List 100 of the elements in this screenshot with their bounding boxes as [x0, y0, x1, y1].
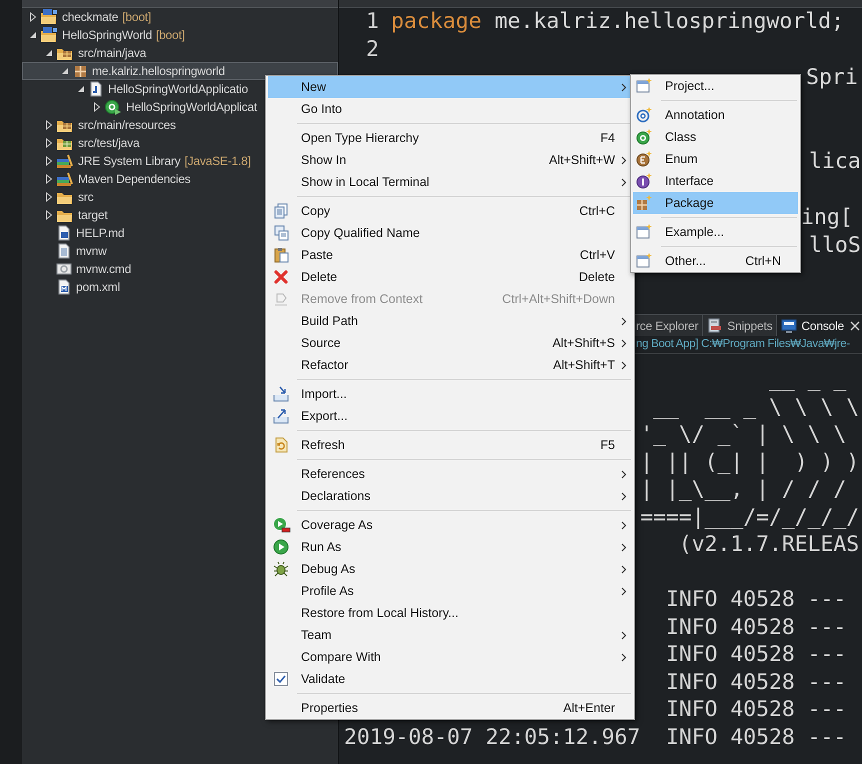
- document-icon: [56, 261, 72, 277]
- tree-item[interactable]: src/main/java: [22, 44, 338, 62]
- menu-item[interactable]: Other... Ctrl+N: [633, 250, 798, 272]
- menu-item[interactable]: Properties Alt+Enter: [268, 697, 632, 719]
- checkbox-icon: [273, 671, 289, 687]
- menu-item[interactable]: Declarations: [268, 485, 632, 507]
- menu-item[interactable]: Package: [633, 192, 798, 214]
- tree-item[interactable]: checkmate [boot]: [22, 8, 338, 26]
- document-icon: [56, 243, 72, 259]
- menu-item[interactable]: Project...: [633, 75, 798, 97]
- tree-toggle[interactable]: [93, 102, 101, 112]
- menu-item[interactable]: Build Path: [268, 310, 632, 332]
- project-tag: [JavaSE-1.8]: [184, 152, 251, 170]
- menu-item[interactable]: Interface: [633, 170, 798, 192]
- snippets-icon: [707, 318, 724, 334]
- tree-toggle[interactable]: [45, 174, 53, 184]
- tree-toggle[interactable]: [45, 120, 53, 130]
- tree-toggle[interactable]: [45, 192, 53, 202]
- tree-toggle[interactable]: [29, 31, 37, 39]
- tree-toggle[interactable]: [61, 67, 69, 75]
- menu-item[interactable]: Coverage As: [268, 514, 632, 536]
- close-icon[interactable]: [850, 320, 860, 330]
- annotation-icon: [636, 107, 652, 123]
- package-icon: [636, 195, 652, 211]
- project-icon: [40, 27, 58, 43]
- menu-item[interactable]: Example...: [633, 221, 798, 243]
- menu-item[interactable]: Validate: [268, 668, 632, 690]
- paste-icon: [273, 247, 289, 263]
- console-line: INFO 40528 ---: [666, 642, 846, 667]
- menu-item[interactable]: Compare With: [268, 646, 632, 668]
- class-icon: [636, 129, 652, 145]
- shortcut-label: F5: [600, 436, 615, 454]
- menu-item[interactable]: Profile As: [268, 580, 632, 602]
- shortcut-label: Ctrl+N: [745, 252, 781, 270]
- tree-toggle[interactable]: [45, 210, 53, 220]
- menu-item[interactable]: References: [268, 463, 632, 485]
- document-icon: [56, 225, 72, 241]
- copy-icon: [273, 203, 289, 219]
- shortcut-label: Ctrl+Alt+Shift+Down: [502, 290, 615, 308]
- project-tag: [boot]: [156, 26, 185, 44]
- code-fragment: lica: [809, 148, 861, 176]
- console-description: ng Boot App] C:₩Program Files₩Java₩jre-: [636, 336, 850, 352]
- code-fragment: Spri: [806, 64, 858, 92]
- code-fragment: lloS: [809, 232, 861, 260]
- console-line: ====|___/=/_/_/_/: [640, 504, 860, 530]
- new-window-icon: [636, 253, 652, 269]
- coverage-icon: [273, 517, 291, 533]
- line-number: 1: [366, 8, 379, 36]
- menu-item[interactable]: Class: [633, 126, 798, 148]
- menu-item[interactable]: Paste Ctrl+V: [268, 244, 632, 266]
- menu-item[interactable]: Enum: [633, 148, 798, 170]
- play-icon: [273, 539, 289, 555]
- console-line: (v2.1.7.RELEAS: [678, 532, 860, 557]
- tree-toggle[interactable]: [29, 12, 37, 22]
- refresh-icon: [273, 437, 289, 453]
- code-fragment: ing[: [801, 204, 853, 232]
- menu-item[interactable]: Delete Delete: [268, 266, 632, 288]
- project-tag: [boot]: [122, 8, 152, 26]
- menu-item[interactable]: Refresh F5: [268, 434, 632, 456]
- menu-item[interactable]: Debug As: [268, 558, 632, 580]
- menu-item[interactable]: Import...: [268, 383, 632, 405]
- tree-toggle[interactable]: [45, 49, 53, 57]
- menu-item[interactable]: Restore from Local History...: [268, 602, 632, 624]
- menu-item[interactable]: Team: [268, 624, 632, 646]
- remove-context-icon: [273, 291, 289, 307]
- menu-item[interactable]: New: [268, 76, 632, 98]
- shortcut-label: Alt+Shift+T: [553, 356, 615, 374]
- tree-item[interactable]: me.kalriz.hellospringworld: [22, 62, 338, 80]
- class-icon: [104, 99, 122, 115]
- copy-icon: [273, 225, 289, 241]
- shortcut-label: Ctrl+C: [579, 202, 615, 220]
- project-icon: [40, 9, 58, 25]
- tree-toggle[interactable]: [45, 138, 53, 148]
- console-line: 2019-08-07 22:05:12.967 INFO 40528 ---: [344, 724, 846, 750]
- console-line: INFO 40528 ---: [666, 587, 846, 612]
- console-line: INFO 40528 ---: [666, 670, 846, 694]
- new-window-icon: [636, 224, 652, 240]
- document-icon: [56, 279, 72, 295]
- menu-item[interactable]: Show In Alt+Shift+W: [268, 149, 632, 171]
- tree-toggle[interactable]: [45, 156, 53, 166]
- console-line: | |_\__, | / / /: [640, 477, 846, 502]
- menu-item[interactable]: Annotation: [633, 104, 798, 126]
- menu-item[interactable]: Refactor Alt+Shift+T: [268, 354, 632, 376]
- menu-item[interactable]: Run As: [268, 536, 632, 558]
- shortcut-label: Alt+Shift+S: [552, 334, 615, 352]
- library-icon: [56, 153, 74, 169]
- export-icon: [273, 408, 289, 424]
- bug-icon: [273, 561, 289, 577]
- menu-item[interactable]: Source Alt+Shift+S: [268, 332, 632, 354]
- menu-item[interactable]: Copy Qualified Name: [268, 222, 632, 244]
- tree-toggle[interactable]: [77, 85, 85, 93]
- menu-item[interactable]: Export...: [268, 405, 632, 427]
- view-tab[interactable]: Console: [777, 315, 862, 336]
- console-line: INFO 40528 ---: [666, 697, 846, 722]
- tree-item[interactable]: HelloSpringWorld [boot]: [22, 26, 338, 44]
- shortcut-label: Alt+Shift+W: [549, 152, 615, 169]
- code-line: package me.kalriz.hellospringworld;: [390, 8, 844, 36]
- shortcut-label: Delete: [578, 268, 615, 286]
- console-line: '_ \/ _` | \ \ \: [640, 422, 846, 447]
- console-icon: [781, 318, 798, 334]
